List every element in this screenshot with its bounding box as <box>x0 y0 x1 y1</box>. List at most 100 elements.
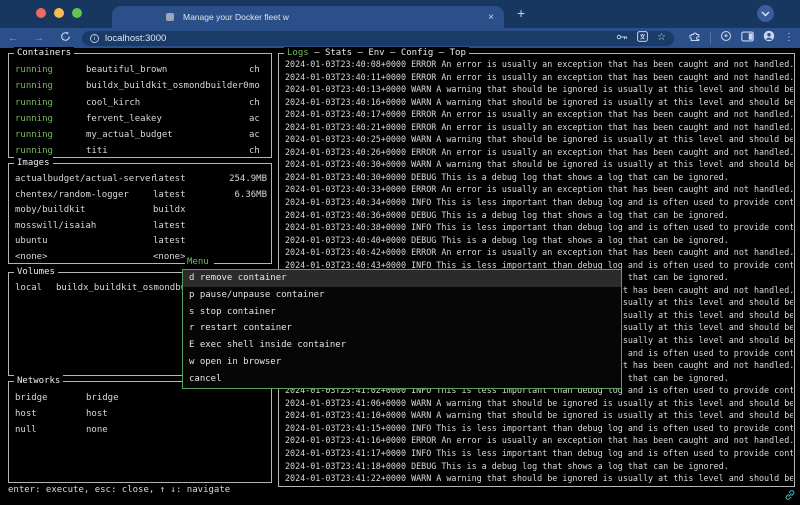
log-timestamp: 2024-01-03T23:40:34+0000 <box>285 197 406 207</box>
overflow-menu-icon[interactable]: ⋮ <box>784 33 794 43</box>
side-panel-icon[interactable] <box>741 29 754 47</box>
image-size: 254.9MB <box>229 172 267 188</box>
window-minimize-button[interactable] <box>54 8 64 18</box>
container-row[interactable]: runningbeautiful_brownch <box>15 62 270 78</box>
log-message: An error is usually an exception that ha… <box>441 109 793 119</box>
translate-icon[interactable] <box>637 29 648 47</box>
log-message: A warning that should be ignored is usua… <box>436 410 793 420</box>
networks-list: bridgebridgehosthostnullnone <box>10 382 270 482</box>
log-level: WARN <box>411 398 431 408</box>
image-name: moby/buildkit <box>15 203 153 219</box>
menu-item[interactable]: r restart container <box>183 320 621 337</box>
menu-item[interactable]: p pause/unpause container <box>183 287 621 304</box>
log-level: INFO <box>411 197 431 207</box>
network-row[interactable]: hosthost <box>15 406 270 422</box>
log-level: ERROR <box>411 147 436 157</box>
menu-items: d remove containerp pause/unpause contai… <box>182 269 622 389</box>
tab-close-icon[interactable]: × <box>488 12 494 23</box>
menu-item[interactable]: cancel <box>183 371 621 388</box>
browser-toolbar: ← → i localhost:3000 ☆ <box>0 28 800 48</box>
log-timestamp: 2024-01-03T23:40:08+0000 <box>285 59 406 69</box>
containers-panel: Containers runningbeautiful_brownchrunni… <box>8 53 272 158</box>
network-row[interactable]: nullnone <box>15 422 270 438</box>
log-timestamp: 2024-01-03T23:40:16+0000 <box>285 97 406 107</box>
image-name: chentex/random-logger <box>15 188 153 204</box>
log-line: 2024-01-03T23:40:13+0000 WARN A warning … <box>285 83 793 96</box>
container-name: my_actual_budget <box>86 127 249 143</box>
container-image-fragment: ch <box>249 65 260 75</box>
container-row[interactable]: runningcool_kirchch <box>15 95 270 111</box>
log-line: 2024-01-03T23:41:10+0000 WARN A warning … <box>285 409 793 422</box>
address-bar[interactable]: i localhost:3000 ☆ <box>82 31 674 46</box>
image-row[interactable]: mosswill/isaiahlatest <box>15 219 270 235</box>
log-timestamp: 2024-01-03T23:40:11+0000 <box>285 72 406 82</box>
image-tag: latest <box>153 219 186 235</box>
log-level: WARN <box>411 473 431 483</box>
log-line: 2024-01-03T23:40:21+0000 ERROR An error … <box>285 121 793 134</box>
window-close-button[interactable] <box>36 8 46 18</box>
log-timestamp: 2024-01-03T23:40:25+0000 <box>285 134 406 144</box>
image-row[interactable]: ubuntulatest <box>15 234 270 250</box>
container-name: cool_kirch <box>86 95 249 111</box>
image-row[interactable]: chentex/random-loggerlatest6.36MB <box>15 188 270 204</box>
bookmark-star-icon[interactable]: ☆ <box>657 33 666 43</box>
chevron-down-icon <box>761 11 770 17</box>
window-maximize-button[interactable] <box>72 8 82 18</box>
log-message: A warning that should be ignored is usua… <box>436 159 793 169</box>
log-message: A warning that should be ignored is usua… <box>436 84 793 94</box>
log-message: A warning that should be ignored is usua… <box>436 398 793 408</box>
container-name: titi <box>86 143 249 157</box>
container-status: running <box>15 78 86 94</box>
status-circle-icon[interactable] <box>720 29 732 47</box>
container-name: beautiful_brown <box>86 62 249 78</box>
container-row[interactable]: runningfervent_leakeyac <box>15 111 270 127</box>
log-level: DEBUG <box>411 235 436 245</box>
forward-button[interactable]: → <box>26 32 52 44</box>
reload-icon <box>60 31 71 42</box>
log-timestamp: 2024-01-03T23:41:16+0000 <box>285 435 406 445</box>
log-message: An error is usually an exception that ha… <box>441 147 793 157</box>
log-timestamp: 2024-01-03T23:41:18+0000 <box>285 461 406 471</box>
menu-item[interactable]: w open in browser <box>183 354 621 371</box>
extensions-puzzle-icon[interactable] <box>689 29 701 47</box>
log-level: INFO <box>411 423 431 433</box>
network-driver: bridge <box>86 393 119 403</box>
menu-item[interactable]: d remove container <box>183 270 621 287</box>
log-line: 2024-01-03T23:41:18+0000 DEBUG This is a… <box>285 460 793 473</box>
toolbar-icons: ⋮ <box>680 29 794 47</box>
log-level: ERROR <box>411 72 436 82</box>
log-line: 2024-01-03T23:40:08+0000 ERROR An error … <box>285 58 793 71</box>
reload-button[interactable] <box>52 31 78 45</box>
network-name: null <box>15 422 86 438</box>
new-tab-button[interactable]: + <box>517 5 525 21</box>
image-row[interactable]: moby/buildkitbuildx <box>15 203 270 219</box>
log-level: ERROR <box>411 122 436 132</box>
image-tag: latest <box>153 172 186 188</box>
passwords-key-icon[interactable] <box>616 29 628 47</box>
browser-tab[interactable]: Manage your Docker fleet w × <box>112 6 504 28</box>
tab-strip: Manage your Docker fleet w × + <box>0 0 800 28</box>
container-row[interactable]: runningmy_actual_budgetac <box>15 127 270 143</box>
container-row[interactable]: runningbuildx_buildkit_osmondbuilder0mo <box>15 78 270 94</box>
profile-avatar-icon[interactable] <box>763 29 775 47</box>
url-text[interactable]: localhost:3000 <box>105 33 607 44</box>
log-level: WARN <box>411 134 431 144</box>
status-bar-hints: enter: execute, esc: close, ↑ ↓: navigat… <box>8 485 230 495</box>
log-timestamp: 2024-01-03T23:41:22+0000 <box>285 473 406 483</box>
tab-favicon-icon <box>166 13 174 21</box>
tab-search-button[interactable] <box>757 5 774 22</box>
network-driver: host <box>86 409 108 419</box>
menu-item[interactable]: s stop container <box>183 304 621 321</box>
back-button[interactable]: ← <box>0 32 26 44</box>
container-actions-menu: Menu d remove containerp pause/unpause c… <box>182 256 622 389</box>
log-message: An error is usually an exception that ha… <box>441 72 793 82</box>
image-row[interactable]: actualbudget/actual-serverlatest254.9MB <box>15 172 270 188</box>
menu-item[interactable]: E exec shell inside container <box>183 337 621 354</box>
network-row[interactable]: bridgebridge <box>15 390 270 406</box>
log-level: WARN <box>411 97 431 107</box>
container-status: running <box>15 95 86 111</box>
page-info-icon[interactable]: i <box>90 34 99 43</box>
images-list: actualbudget/actual-serverlatest254.9MBc… <box>10 164 270 263</box>
log-level: DEBUG <box>411 172 436 182</box>
container-row[interactable]: runningtitich <box>15 143 270 157</box>
